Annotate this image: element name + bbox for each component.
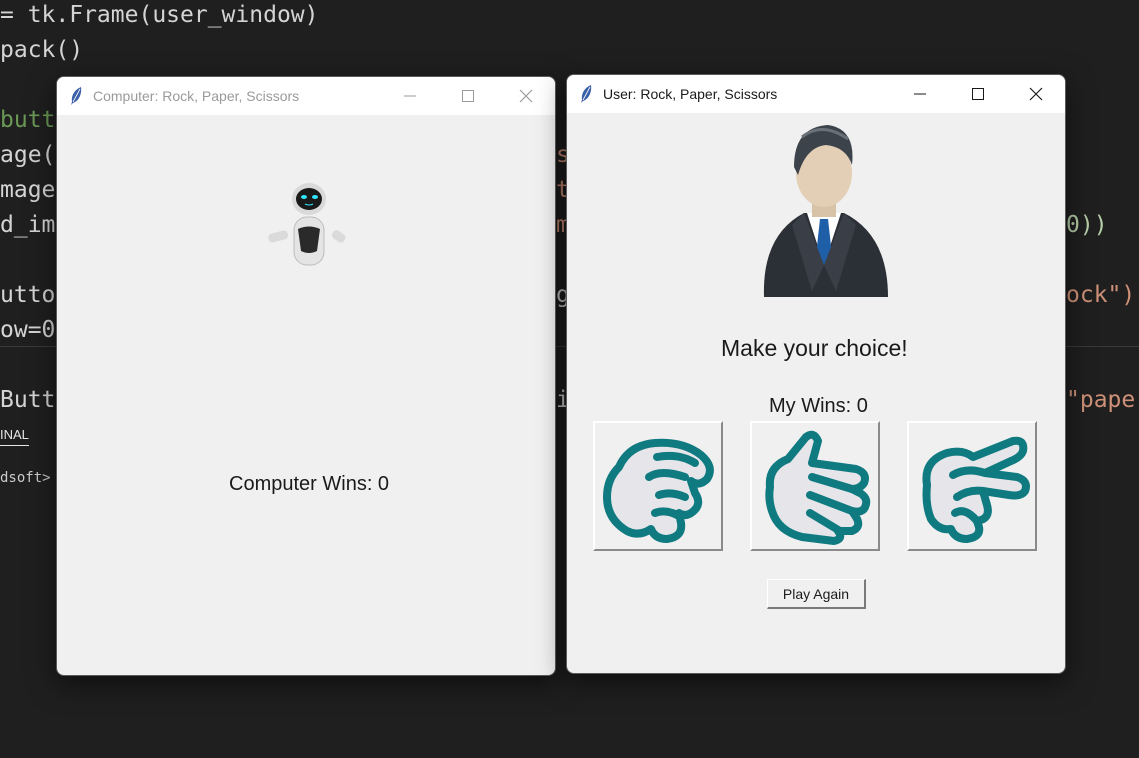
code-line: butt (0, 107, 56, 133)
scissors-button[interactable] (907, 421, 1037, 551)
businessman-icon (763, 125, 888, 297)
user-window-title: User: Rock, Paper, Scissors (603, 86, 778, 102)
code-line: mage (0, 177, 56, 203)
computer-wins-label: Computer Wins: 0 (229, 473, 390, 495)
paper-button[interactable] (750, 421, 880, 551)
minimize-button[interactable] (891, 75, 949, 113)
scissors-hand-icon (922, 436, 1030, 543)
tab-terminal[interactable]: INAL (0, 427, 29, 446)
maximize-button[interactable] (949, 75, 1007, 113)
close-button[interactable] (1007, 75, 1065, 113)
code-fragment: ock") (1066, 282, 1136, 308)
code-line: Butt (0, 387, 56, 413)
my-wins-label: My Wins: 0 (769, 395, 868, 417)
minimize-icon (404, 95, 416, 97)
maximize-icon (462, 90, 474, 102)
paper-hand-icon (765, 430, 871, 545)
computer-window-title: Computer: Rock, Paper, Scissors (93, 88, 300, 104)
rock-button[interactable] (593, 421, 723, 551)
code-line: ow=0 (0, 317, 56, 343)
code-line: pack() (0, 37, 84, 63)
minimize-icon (914, 93, 926, 95)
robot-icon (268, 183, 346, 266)
code-line: d_im (0, 212, 56, 238)
play-again-button[interactable]: Play Again (767, 579, 866, 609)
computer-window: Computer: Rock, Paper, Scissors Computer… (56, 76, 556, 676)
code-line: = tk.Frame(user_window) (0, 2, 319, 28)
user-window: User: Rock, Paper, Scissors Make your ch… (566, 74, 1066, 674)
terminal-prompt: dsoft> (0, 470, 51, 486)
code-line: utto (0, 282, 56, 308)
make-choice-prompt: Make your choice! (721, 335, 908, 361)
close-icon (1029, 87, 1043, 101)
close-button[interactable] (497, 77, 555, 115)
computer-window-titlebar[interactable]: Computer: Rock, Paper, Scissors (57, 77, 555, 115)
feather-icon (579, 84, 593, 104)
code-line: age( (0, 142, 56, 168)
minimize-button[interactable] (381, 77, 439, 115)
maximize-button[interactable] (439, 77, 497, 115)
close-icon (519, 89, 533, 103)
code-fragment: 0)) (1066, 212, 1108, 238)
code-fragment: "pape (1066, 387, 1136, 413)
feather-icon (69, 86, 83, 106)
user-window-titlebar[interactable]: User: Rock, Paper, Scissors (567, 75, 1065, 113)
rock-hand-icon (603, 438, 714, 543)
maximize-icon (972, 88, 984, 100)
